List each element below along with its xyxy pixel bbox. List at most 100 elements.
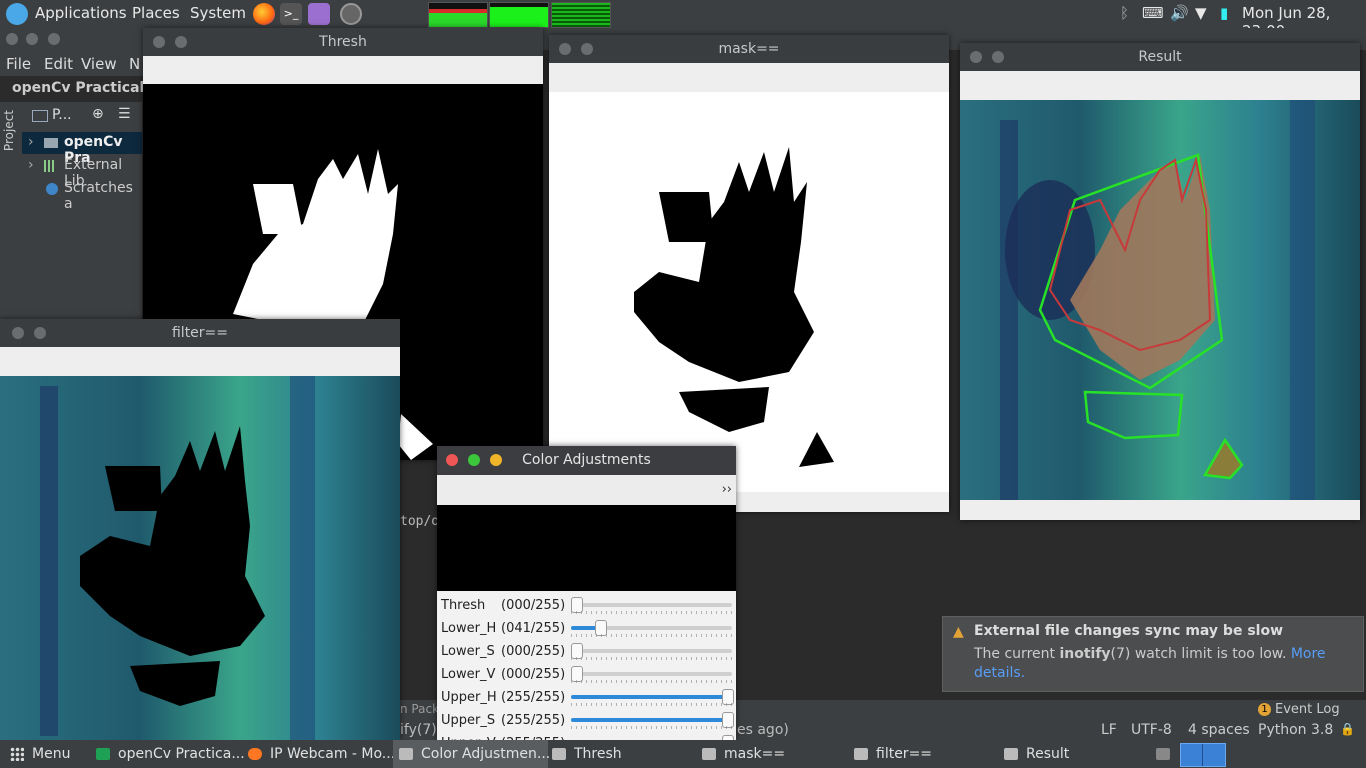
notification-balloon[interactable]: ▲ External file changes sync may be slow… [942, 616, 1364, 692]
taskbar-item-firefox[interactable]: IP Webcam - Mo... [248, 740, 395, 768]
trackbar-label: Lower_S [441, 644, 495, 659]
workspace-switcher[interactable] [1180, 743, 1226, 767]
mask-title: mask== [718, 41, 780, 57]
show-desktop-icon[interactable] [1156, 740, 1178, 768]
line-separator[interactable]: LF [1101, 722, 1117, 738]
breadcrumb[interactable]: openCv Practical [12, 80, 144, 96]
minimize-icon[interactable] [34, 327, 46, 339]
menu-file[interactable]: File [6, 55, 31, 73]
places-menu[interactable]: Places [132, 4, 180, 22]
trackbar-fill [571, 695, 727, 699]
taskbar-item-pycharm[interactable]: openCv Practica... [96, 740, 245, 768]
python-interpreter[interactable]: Python 3.8 [1258, 722, 1333, 738]
tree-item-project[interactable]: › openCv Pra [22, 132, 142, 166]
trackbar-slider[interactable] [571, 666, 732, 682]
trackbar-ticks [571, 611, 732, 614]
battery-icon[interactable]: ▮ [1220, 4, 1228, 22]
taskbar: Menu openCv Practica... IP Webcam - Mo..… [0, 740, 1366, 768]
taskbar-item-thresh[interactable]: Thresh [552, 740, 622, 768]
project-view-icon [32, 110, 48, 122]
more-options-button[interactable]: ›› [722, 482, 732, 497]
tree-item-scratches[interactable]: Scratches a [22, 178, 142, 212]
menu-navigate[interactable]: N [129, 55, 140, 73]
minimize-icon[interactable] [992, 51, 1004, 63]
indent-setting[interactable]: 4 spaces [1188, 722, 1250, 738]
trackbar-slider[interactable] [571, 712, 734, 728]
result-image [960, 100, 1360, 500]
trackbar-label: Upper_S [441, 713, 496, 728]
result-contours [1000, 100, 1315, 500]
taskbar-item-color-adjustments[interactable]: Color Adjustmen... [393, 740, 550, 768]
result-title-bar[interactable]: Result [960, 43, 1360, 71]
minimize-icon[interactable] [581, 43, 593, 55]
trackbar-upper-h: Upper_H (255/255) [437, 686, 736, 709]
trackbar-label: Upper_H [441, 690, 497, 705]
ide-minimize-button[interactable] [26, 33, 38, 45]
event-log-button[interactable]: Event Log [1275, 702, 1340, 717]
filter-hand-overlay [40, 376, 315, 740]
text-editor-icon[interactable] [308, 3, 330, 25]
mask-title-bar[interactable]: mask== [549, 35, 949, 63]
screenshot-icon[interactable] [340, 3, 362, 25]
ide-close-button[interactable] [6, 33, 18, 45]
keyboard-icon[interactable]: ⌨ [1142, 4, 1164, 22]
taskbar-item-result[interactable]: Result [1004, 740, 1069, 768]
taskbar-item-filter[interactable]: filter== [854, 740, 932, 768]
trackbar-thresh: Thresh (000/255) [437, 594, 736, 617]
locate-icon[interactable]: ⊕ [92, 106, 104, 122]
color-adjustments-title-bar[interactable]: Color Adjustments [437, 446, 736, 475]
filter-title-bar[interactable]: filter== [0, 319, 400, 347]
close-icon[interactable] [559, 43, 571, 55]
trackbar-ticks [571, 680, 732, 683]
close-icon[interactable] [446, 454, 458, 466]
thresh-title-bar[interactable]: Thresh [143, 28, 543, 56]
folder-icon [44, 138, 58, 148]
trackbar-label: Thresh [441, 598, 486, 613]
menu-edit[interactable]: Edit [44, 55, 73, 73]
notification-title: External file changes sync may be slow [974, 623, 1283, 639]
library-icon [44, 160, 56, 172]
grid-menu-icon [10, 747, 24, 761]
ca-toolbar: ›› [437, 475, 736, 505]
trackbar-slider[interactable] [571, 689, 734, 705]
taskbar-item-mask[interactable]: mask== [702, 740, 785, 768]
trackbar-ticks [571, 703, 732, 706]
pycharm-icon [96, 748, 110, 760]
minimize-icon[interactable] [175, 36, 187, 48]
applications-menu[interactable]: Applications [35, 4, 127, 22]
event-log-badge: 1 [1258, 703, 1271, 716]
tree-item-external-libs[interactable]: › External Lib [22, 155, 142, 189]
project-tool-tab[interactable]: Project [2, 110, 16, 151]
close-icon[interactable] [153, 36, 165, 48]
project-selector[interactable]: P... [52, 107, 72, 123]
volume-icon[interactable]: 🔊 [1170, 4, 1189, 22]
distro-logo-icon[interactable] [6, 3, 28, 25]
wifi-icon[interactable]: ▼ [1195, 4, 1207, 22]
trackbar-ticks [571, 657, 732, 660]
bluetooth-icon[interactable]: ᛒ [1120, 4, 1129, 22]
start-menu-button[interactable]: Menu [10, 740, 70, 768]
filter-image [0, 376, 400, 740]
menu-view[interactable]: View [81, 55, 117, 73]
chevron-right-icon: › [28, 134, 34, 150]
minimize-icon[interactable] [490, 454, 502, 466]
warning-icon: ▲ [953, 624, 964, 640]
trackbar-slider[interactable] [571, 620, 732, 636]
trackbar-fill [571, 718, 727, 722]
ide-maximize-button[interactable] [48, 33, 60, 45]
trackbar-list: Thresh (000/255) Lower_H (041/255) Lower_S (0… [437, 594, 736, 740]
file-encoding[interactable]: UTF-8 [1131, 722, 1172, 738]
collapse-icon[interactable]: ☰ [118, 106, 131, 122]
maximize-icon[interactable] [468, 454, 480, 466]
system-menu[interactable]: System [190, 4, 246, 22]
trackbar-slider[interactable] [571, 643, 732, 659]
lock-icon[interactable]: 🔒 [1340, 722, 1355, 736]
terminal-icon[interactable]: >_ [280, 3, 302, 25]
firefox-icon[interactable] [253, 3, 275, 25]
close-icon[interactable] [12, 327, 24, 339]
trackbar-slider[interactable] [571, 597, 732, 613]
terminal-snippet: top/o [400, 514, 440, 529]
color-adjustments-title: Color Adjustments [522, 452, 651, 468]
filter-title: filter== [171, 325, 229, 341]
close-icon[interactable] [970, 51, 982, 63]
